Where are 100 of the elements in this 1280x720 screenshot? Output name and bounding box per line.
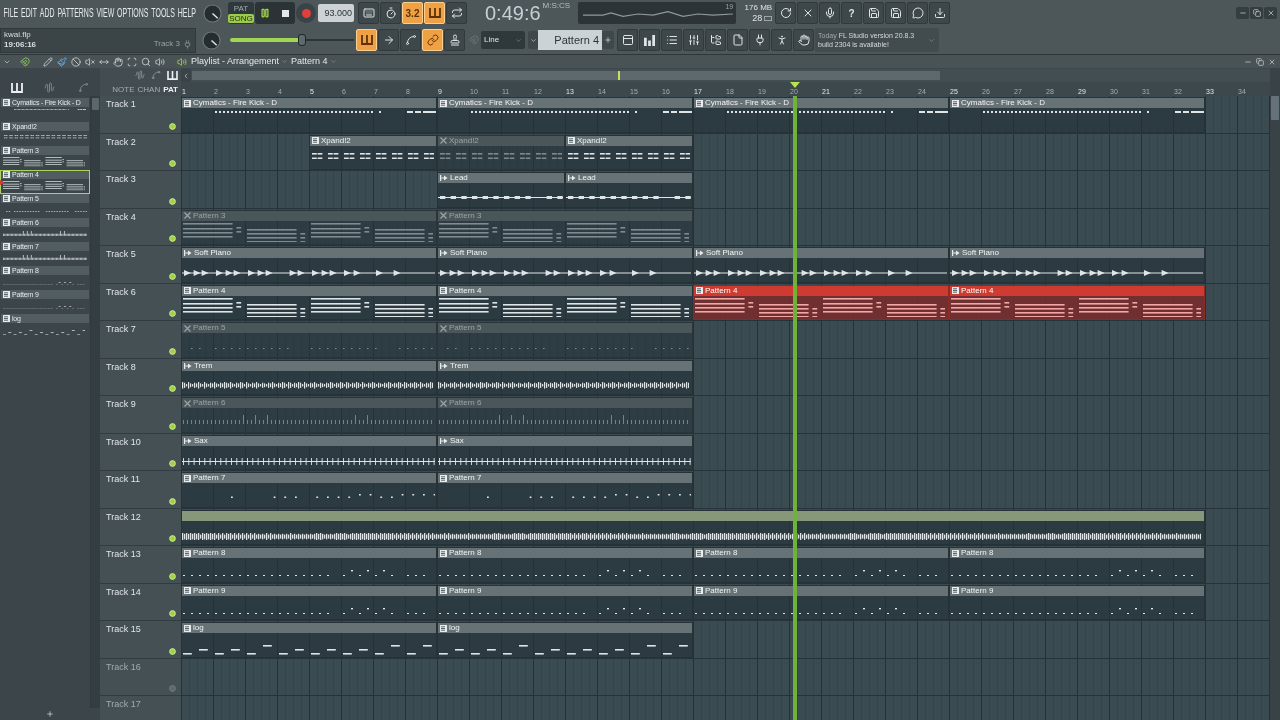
audio-clip[interactable]: Soft Piano — [949, 247, 1205, 283]
pattern-clip[interactable]: Pattern 3 — [437, 209, 693, 245]
track-header[interactable]: Track 16 — [100, 658, 181, 696]
pattern-clip[interactable]: Cymatics - Fire Kick - D — [693, 97, 949, 133]
pattern-clip[interactable]: Pattern 5 — [181, 322, 437, 358]
pattern-clip[interactable]: Pattern 8 — [693, 547, 949, 583]
track-header[interactable]: Track 14 — [100, 583, 181, 621]
toggle-button[interactable] — [444, 29, 465, 52]
toolbar-button[interactable] — [885, 2, 907, 25]
menu-item[interactable]: ADD — [39, 7, 55, 20]
pattern-clip[interactable]: Pattern 7 — [181, 472, 437, 508]
tool-button[interactable] — [141, 56, 151, 67]
toolbar-button[interactable] — [793, 29, 814, 52]
menu-item[interactable]: PATTERNS — [57, 7, 94, 20]
menu-item[interactable]: EDIT — [21, 7, 37, 20]
add-button[interactable] — [45, 709, 55, 719]
pattern-clip[interactable]: Pattern 9 — [181, 584, 437, 620]
track-header[interactable]: Track 3 — [100, 171, 181, 209]
tool-button[interactable] — [85, 56, 95, 67]
toggle-button[interactable] — [380, 2, 401, 25]
pattern-clip[interactable]: Pattern 9 — [949, 584, 1205, 620]
track-header[interactable]: Track 12 — [100, 508, 181, 546]
toggle-button[interactable] — [400, 29, 421, 52]
tempo-field[interactable]: 93.000 — [318, 4, 354, 23]
scrollbar-thumb[interactable] — [1271, 96, 1279, 120]
pattern-clip[interactable]: Xpand!2 — [309, 134, 437, 170]
picker-scrollbar[interactable] — [90, 96, 100, 708]
pitch-knob[interactable] — [201, 30, 221, 50]
help-button[interactable]: ? — [841, 2, 863, 25]
mode-toggle[interactable]: PAT — [232, 3, 250, 13]
magnet-button[interactable] — [20, 56, 30, 67]
audio-clip[interactable]: Soft Piano — [437, 247, 693, 283]
pattern-dropdown[interactable]: Pattern 4 — [291, 57, 337, 66]
track-header[interactable]: Track 2 — [100, 133, 181, 171]
pattern-clip[interactable]: Pattern 4 — [949, 284, 1205, 320]
toolbar-button[interactable] — [705, 29, 726, 52]
scrollbar-thumb[interactable] — [92, 98, 99, 110]
audio-clip[interactable]: Soft Piano — [693, 247, 949, 283]
audio-clip[interactable] — [181, 509, 1205, 545]
track-header[interactable]: Track 6 — [100, 283, 181, 321]
pattern-clip[interactable]: Pattern 6 — [181, 397, 437, 433]
scrollbar-thumb[interactable] — [192, 71, 940, 80]
pattern-clip[interactable]: Pattern 8 — [181, 547, 437, 583]
pattern-clip[interactable]: Cymatics - Fire Kick - D — [437, 97, 693, 133]
menu-item[interactable]: TOOLS — [151, 7, 175, 20]
mode-toggle[interactable]: SONG — [228, 13, 254, 23]
audio-clip[interactable]: Sax — [181, 434, 437, 470]
close-button[interactable] — [1264, 7, 1277, 20]
toggle-button[interactable] — [358, 2, 379, 25]
filter-tab[interactable]: NOTE — [112, 86, 135, 94]
toolbar-button[interactable] — [863, 2, 885, 25]
tool-button[interactable] — [57, 56, 67, 67]
audio-clip[interactable]: Soft Piano — [181, 247, 437, 283]
toolbar-button[interactable] — [771, 29, 792, 52]
pattern-clip[interactable]: log — [437, 622, 693, 658]
pattern-clip[interactable]: Pattern 7 — [437, 472, 693, 508]
menu-item[interactable]: FILE — [3, 7, 19, 20]
volume-slider[interactable] — [230, 33, 354, 48]
toggle-button[interactable] — [446, 2, 467, 25]
track-header[interactable]: Track 8 — [100, 358, 181, 396]
tool-button[interactable] — [155, 56, 165, 67]
audio-clip[interactable]: Trem — [437, 359, 693, 395]
slider-thumb[interactable] — [297, 34, 306, 47]
restore-button[interactable] — [1255, 56, 1265, 67]
toolbar-button[interactable] — [775, 2, 797, 25]
pattern-clip[interactable]: Cymatics - Fire Kick - D — [949, 97, 1205, 133]
horizontal-scrollbar[interactable] — [181, 69, 1270, 82]
audio-clip[interactable]: Lead — [565, 172, 693, 208]
pattern-clip[interactable]: Pattern 8 — [437, 547, 693, 583]
tool-button[interactable] — [43, 56, 53, 67]
toolbar-button[interactable] — [683, 29, 704, 52]
pattern-clip[interactable]: Xpand!2 — [437, 134, 565, 170]
toolbar-button[interactable] — [661, 29, 682, 52]
toolbar-button[interactable] — [639, 29, 660, 52]
audio-clip[interactable]: Trem — [181, 359, 437, 395]
toggle-button[interactable]: 3.2 — [402, 2, 423, 25]
track-header[interactable]: Track 5 — [100, 246, 181, 284]
audio-clip[interactable]: Sax — [437, 434, 693, 470]
pattern-clip[interactable]: Pattern 5 — [437, 322, 693, 358]
pattern-clip[interactable]: Pattern 9 — [693, 584, 949, 620]
track-header[interactable]: Track 17 — [100, 696, 181, 720]
track-header[interactable]: Track 4 — [100, 208, 181, 246]
tool-button[interactable] — [113, 56, 123, 67]
track-header[interactable]: Track 13 — [100, 546, 181, 584]
menu-item[interactable]: OPTIONS — [117, 7, 149, 20]
track-header[interactable]: Track 9 — [100, 396, 181, 434]
pattern-selector[interactable]: Pattern 4 — [538, 30, 602, 51]
tool-button[interactable] — [71, 56, 81, 67]
pattern-clip[interactable]: Pattern 4 — [437, 284, 693, 320]
restore-button[interactable] — [1250, 7, 1263, 20]
toolbar-button[interactable] — [617, 29, 638, 52]
track-header[interactable]: Track 7 — [100, 321, 181, 359]
pattern-clip[interactable]: Pattern 9 — [437, 584, 693, 620]
volume-knob[interactable] — [202, 3, 222, 23]
pattern-clip[interactable]: Cymatics - Fire Kick - D — [181, 97, 437, 133]
toolbar-button[interactable] — [929, 2, 951, 25]
track-header[interactable]: Track 15 — [100, 621, 181, 659]
pattern-clip[interactable]: Pattern 4 — [693, 284, 949, 320]
track-header[interactable]: Track 1 — [100, 96, 181, 134]
pattern-clip[interactable]: Pattern 4 — [181, 284, 437, 320]
